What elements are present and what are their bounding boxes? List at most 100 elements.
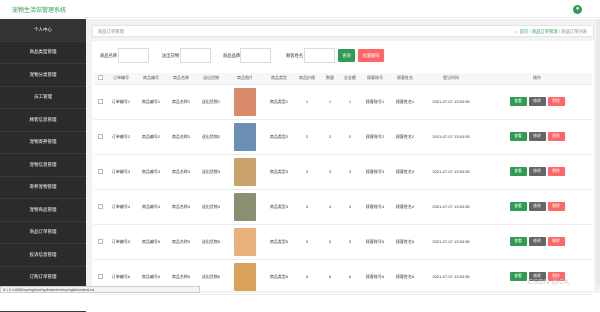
- customer-name-input[interactable]: [304, 48, 335, 63]
- row-select-cell[interactable]: [94, 84, 106, 120]
- breadcrumb-link[interactable]: 商品订单管理: [532, 29, 558, 34]
- column-header: 商品类型: [264, 73, 294, 85]
- search-label-brand: 商品品牌: [223, 53, 241, 58]
- product-image: [234, 157, 256, 186]
- product-image: [234, 262, 256, 291]
- delete-button[interactable]: 删除: [547, 132, 565, 141]
- cell-type: 商品类型4: [264, 189, 294, 225]
- sidebar-item-0[interactable]: 个人中心: [0, 19, 86, 42]
- cell-image: [226, 84, 264, 120]
- delete-button[interactable]: 删除: [547, 167, 565, 176]
- product-image: [234, 122, 256, 151]
- cell-time: 2021-07-07 13:53:35: [420, 154, 482, 190]
- cell-price: 1: [294, 84, 320, 120]
- edit-button[interactable]: 修改: [528, 202, 546, 211]
- select-all-cell[interactable]: [94, 73, 106, 85]
- cell-ship: 送出货物3: [196, 154, 226, 190]
- cell-total: 4: [340, 189, 360, 225]
- cell-image: [226, 119, 264, 155]
- sidebar-item-10[interactable]: 投诉信息管理: [0, 244, 86, 267]
- table-body: 订单编号1 商品编号1 商品名称1 送出货物1 商品类型1 1 1 1 顾客账号1 顾客姓名1 20…: [94, 84, 592, 295]
- product-image: [234, 87, 256, 116]
- column-header: 订单编号: [106, 73, 136, 85]
- column-header: 顾客账号: [360, 73, 390, 85]
- cell-order: 订单编号1: [106, 84, 136, 120]
- cell-ship: 送出货物1: [196, 84, 226, 120]
- sidebar-item-7[interactable]: 寄养宠物管理: [0, 177, 86, 199]
- cell-name: 商品名称5: [166, 224, 196, 260]
- sidebar-item-6[interactable]: 宠物信息管理: [0, 154, 86, 177]
- search-bar: 商品名称 送出货物 商品品牌 顾客姓名 查询 批量删除: [100, 48, 590, 63]
- cell-qty: 1: [320, 84, 340, 120]
- row-select-cell[interactable]: [94, 189, 106, 225]
- cell-name: 商品名称1: [166, 84, 196, 120]
- breadcrumb-home-link[interactable]: 首页: [520, 29, 529, 34]
- view-button[interactable]: 查看: [509, 167, 527, 176]
- view-button[interactable]: 查看: [509, 202, 527, 211]
- sidebar-item-8[interactable]: 宠物商品管理: [0, 199, 86, 222]
- table-row: 订单编号5 商品编号5 商品名称5 送出货物5 商品类型5 5 5 5 顾客账号5 顾客姓名5 20…: [94, 224, 592, 260]
- view-button[interactable]: 查看: [509, 237, 527, 246]
- row-checkbox[interactable]: [97, 203, 103, 209]
- cell-order: 订单编号3: [106, 154, 136, 190]
- cell-total: 2: [340, 119, 360, 155]
- row-select-cell[interactable]: [94, 154, 106, 190]
- sidebar-item-2[interactable]: 宠物分类管理: [0, 64, 86, 87]
- row-checkbox[interactable]: [97, 133, 103, 139]
- column-header: 商品编号: [136, 73, 166, 85]
- cell-price: 3: [294, 154, 320, 190]
- user-icon[interactable]: ●: [573, 5, 582, 14]
- cell-type: 商品类型1: [264, 84, 294, 120]
- cell-time: 2021-07-07 13:53:35: [420, 119, 482, 155]
- cell-acct: 顾客账号4: [360, 189, 390, 225]
- cell-actions: 查看 修改 删除: [482, 224, 592, 260]
- edit-button[interactable]: 修改: [528, 167, 546, 176]
- sidebar-item-5[interactable]: 宠物寄养管理: [0, 132, 86, 154]
- sidebar-item-1[interactable]: 商品类型管理: [0, 42, 86, 64]
- home-icon[interactable]: ⌂: [515, 29, 518, 34]
- cell-price: 2: [294, 119, 320, 155]
- query-button[interactable]: 查询: [338, 49, 355, 62]
- edit-button[interactable]: 修改: [528, 97, 546, 106]
- row-checkbox[interactable]: [97, 238, 103, 244]
- table-row: 订单编号3 商品编号3 商品名称3 送出货物3 商品类型3 3 3 3 顾客账号3 顾客姓名3 20…: [94, 154, 592, 190]
- product-brand-input[interactable]: [240, 48, 271, 63]
- delete-button[interactable]: 删除: [547, 202, 565, 211]
- batch-delete-button[interactable]: 批量删除: [358, 49, 384, 62]
- table-row: 订单编号1 商品编号1 商品名称1 送出货物1 商品类型1 1 1 1 顾客账号1 顾客姓名1 20…: [94, 84, 592, 120]
- row-select-cell[interactable]: [94, 119, 106, 155]
- vertical-scrollbar[interactable]: [596, 19, 600, 286]
- cell-ship: 送出货物5: [196, 224, 226, 260]
- edit-button[interactable]: 修改: [528, 132, 546, 141]
- sidebar-item-3[interactable]: 员工管理: [0, 87, 86, 109]
- cell-time: 2021-07-07 13:53:35: [420, 189, 482, 225]
- content-panel: 商品名称 送出货物 商品品牌 顾客姓名 查询 批量删除 订单编号 商品编号 商品名称…: [92, 41, 594, 295]
- cell-total: 1: [340, 84, 360, 120]
- cell-price: 5: [294, 224, 320, 260]
- cell-price: 4: [294, 189, 320, 225]
- column-header: 商品图片: [226, 73, 264, 85]
- shipped-goods-input[interactable]: [180, 48, 211, 63]
- view-button[interactable]: 查看: [509, 132, 527, 141]
- delete-button[interactable]: 删除: [547, 97, 565, 106]
- select-all-checkbox[interactable]: [97, 75, 103, 81]
- delete-button[interactable]: 删除: [547, 237, 565, 246]
- cell-ship: 送出货物4: [196, 189, 226, 225]
- product-name-input[interactable]: [118, 48, 149, 63]
- sidebar-item-9[interactable]: 商品订单管理: [0, 222, 86, 244]
- row-checkbox[interactable]: [97, 273, 103, 279]
- cell-order: 订单编号4: [106, 189, 136, 225]
- cell-image: [226, 189, 264, 225]
- view-button[interactable]: 查看: [509, 97, 527, 106]
- sidebar-item-4[interactable]: 顾客信息管理: [0, 109, 86, 132]
- row-checkbox[interactable]: [97, 168, 103, 174]
- cell-qty: 5: [320, 224, 340, 260]
- row-select-cell[interactable]: [94, 224, 106, 260]
- product-image: [234, 227, 256, 256]
- cell-name: 商品名称2: [166, 119, 196, 155]
- view-button[interactable]: 查看: [509, 272, 527, 281]
- row-checkbox[interactable]: [97, 98, 103, 104]
- edit-button[interactable]: 修改: [528, 237, 546, 246]
- cell-name: 商品名称3: [166, 154, 196, 190]
- cell-name: 商品名称4: [166, 189, 196, 225]
